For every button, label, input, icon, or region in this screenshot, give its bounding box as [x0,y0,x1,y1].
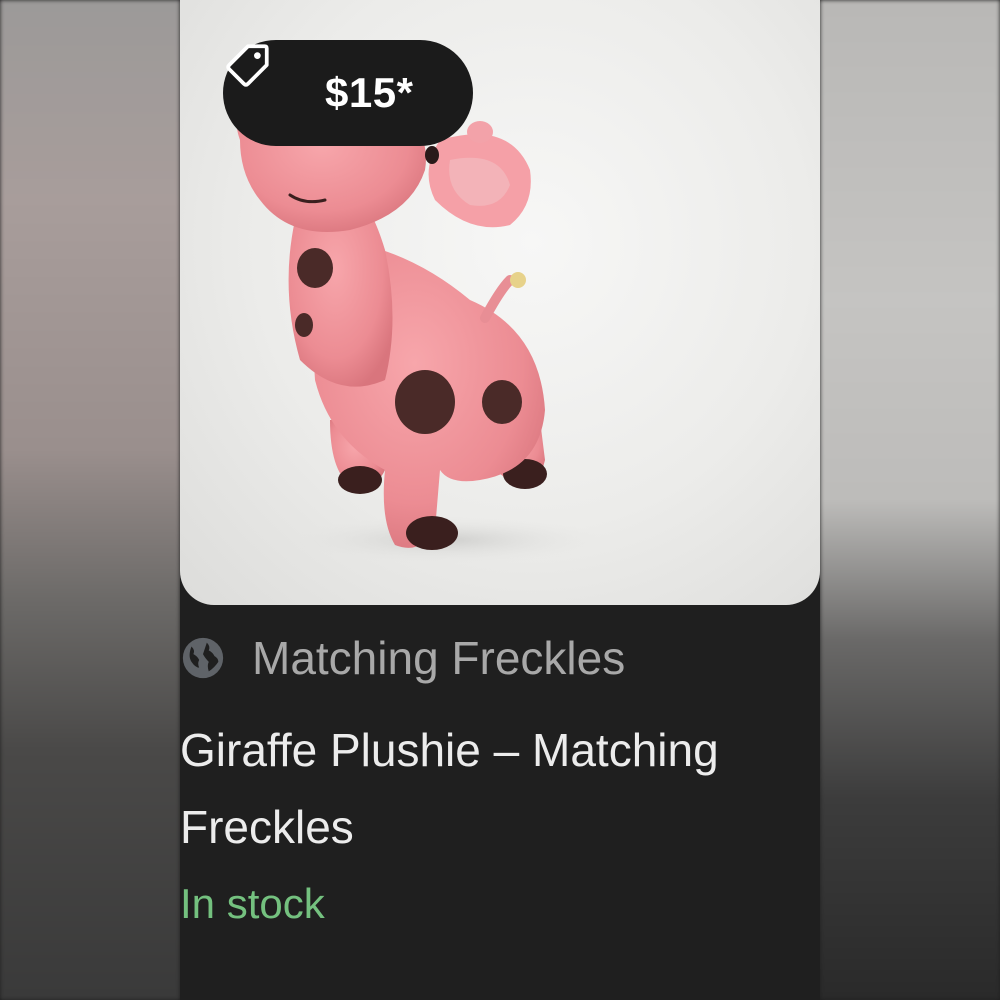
globe-icon [180,635,226,681]
stock-status: In stock [180,880,325,927]
source-row[interactable]: Matching Freckles [180,628,625,688]
blurred-background-right [820,0,1000,1000]
product-title[interactable]: Giraffe Plushie – Matching Freckles [180,712,820,866]
price-badge: $15* [223,40,473,146]
source-name: Matching Freckles [252,632,626,684]
tag-icon [226,44,307,118]
product-image[interactable]: $15* [180,0,820,605]
blurred-background-left [0,0,180,1000]
price-value: $15* [325,69,414,116]
product-card[interactable]: $15* Matching Freckles Giraffe Plushie –… [180,0,820,1000]
